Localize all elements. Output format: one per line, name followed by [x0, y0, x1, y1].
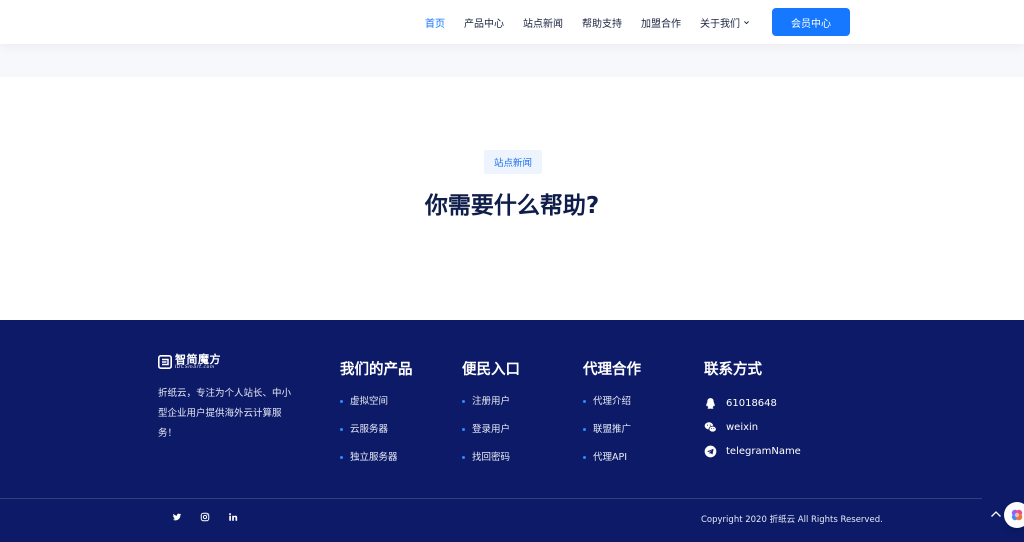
chevron-up-icon [991, 511, 1001, 517]
logo-text: 智简魔方 IDCSmart.com [175, 354, 221, 371]
bullet-icon [583, 428, 586, 431]
footer-logo[interactable]: 智简魔方 IDCSmart.com [158, 354, 221, 371]
footer-link-label: 虚拟空间 [350, 396, 389, 407]
bullet-icon [462, 400, 465, 403]
contact-wechat[interactable]: weixin [704, 415, 801, 439]
telegram-icon [704, 445, 717, 457]
logo-icon [158, 355, 172, 370]
bullet-icon [340, 428, 343, 431]
page-title: 你需要什么帮助? [424, 193, 600, 219]
qq-icon [706, 397, 715, 409]
footer-about-text: 折纸云，专注为个人站长、中小型企业用户提供海外云计算服务！ [158, 388, 292, 439]
footer-link-label: 代理介绍 [593, 396, 632, 407]
footer-col-title: 代理合作 [583, 362, 641, 378]
footer-link-login[interactable]: 登录用户 [462, 423, 520, 451]
footer-col-contact: 联系方式 61018648 weixin telegramName [704, 358, 801, 463]
instagram-icon [200, 512, 210, 522]
instagram-link[interactable] [200, 512, 210, 522]
brain-icon [1011, 509, 1023, 521]
main-nav: 首页 产品中心 站点新闻 帮助支持 加盟合作 关于我们 [425, 0, 769, 44]
contact-wechat-text: weixin [726, 421, 759, 433]
footer-col-title: 便民入口 [462, 362, 520, 378]
footer-link-label: 独立服务器 [350, 452, 398, 463]
footer-divider [0, 498, 982, 499]
logo-en: IDCSmart.com [175, 365, 215, 370]
nav-item-products[interactable]: 产品中心 [464, 15, 504, 30]
footer-link-register[interactable]: 注册用户 [462, 395, 520, 423]
back-to-top-button[interactable] [986, 502, 1006, 526]
linkedin-link[interactable] [228, 512, 238, 522]
nav-item-news[interactable]: 站点新闻 [523, 15, 563, 30]
social-links [172, 512, 256, 522]
section-tag: 站点新闻 [484, 150, 542, 174]
nav-item-about-label: 关于我们 [700, 18, 740, 30]
header-band [0, 44, 1024, 77]
bullet-icon [462, 456, 465, 459]
nav-item-support[interactable]: 帮助支持 [582, 15, 622, 30]
wechat-icon [704, 421, 717, 432]
footer-col-title: 我们的产品 [340, 362, 413, 378]
footer-link-forgot-password[interactable]: 找回密码 [462, 451, 520, 479]
footer-link-label: 联盟推广 [593, 424, 632, 435]
footer-col-quick-access: 便民入口 注册用户 登录用户 找回密码 [462, 358, 520, 479]
bullet-icon [583, 456, 586, 459]
footer-link-affiliate[interactable]: 联盟推广 [583, 423, 641, 451]
copyright-text: Copyright 2020 折纸云 All Rights Reserved. [701, 515, 883, 525]
nav-item-partnership[interactable]: 加盟合作 [641, 15, 681, 30]
contact-telegram[interactable]: telegramName [704, 439, 801, 463]
bullet-icon [340, 456, 343, 459]
contact-qq-text: 61018648 [726, 397, 777, 409]
bullet-icon [340, 400, 343, 403]
bullet-icon [583, 400, 586, 403]
footer-link-label: 注册用户 [472, 396, 511, 407]
linkedin-icon [229, 513, 238, 521]
footer-link-cloud-server[interactable]: 云服务器 [340, 423, 413, 451]
footer-link-virtual-hosting[interactable]: 虚拟空间 [340, 395, 413, 423]
contact-telegram-text: telegramName [726, 445, 801, 457]
site-footer: 智简魔方 IDCSmart.com 折纸云，专注为个人站长、中小型企业用户提供海… [0, 320, 1024, 542]
bullet-icon [462, 428, 465, 431]
footer-col-agency: 代理合作 代理介绍 联盟推广 代理API [583, 358, 641, 479]
assistant-widget-button[interactable] [1004, 502, 1024, 528]
member-center-button[interactable]: 会员中心 [772, 8, 850, 36]
footer-link-label: 代理API [593, 452, 628, 463]
footer-col-title: 联系方式 [704, 362, 762, 378]
footer-link-dedicated-server[interactable]: 独立服务器 [340, 451, 413, 479]
footer-link-agent-intro[interactable]: 代理介绍 [583, 395, 641, 423]
site-header: 首页 产品中心 站点新闻 帮助支持 加盟合作 关于我们 会员中心 [0, 0, 1024, 44]
footer-link-agent-api[interactable]: 代理API [583, 451, 641, 479]
twitter-link[interactable] [172, 512, 182, 522]
footer-link-label: 云服务器 [350, 424, 389, 435]
logo-cn: 智简魔方 [175, 353, 221, 366]
footer-link-label: 登录用户 [472, 424, 511, 435]
contact-qq[interactable]: 61018648 [704, 391, 801, 415]
chevron-down-icon [744, 20, 749, 24]
nav-item-home[interactable]: 首页 [425, 15, 445, 30]
twitter-icon [172, 513, 182, 521]
nav-item-about[interactable]: 关于我们 [700, 15, 750, 30]
footer-link-label: 找回密码 [472, 452, 511, 463]
footer-col-products: 我们的产品 虚拟空间 云服务器 独立服务器 [340, 358, 413, 479]
